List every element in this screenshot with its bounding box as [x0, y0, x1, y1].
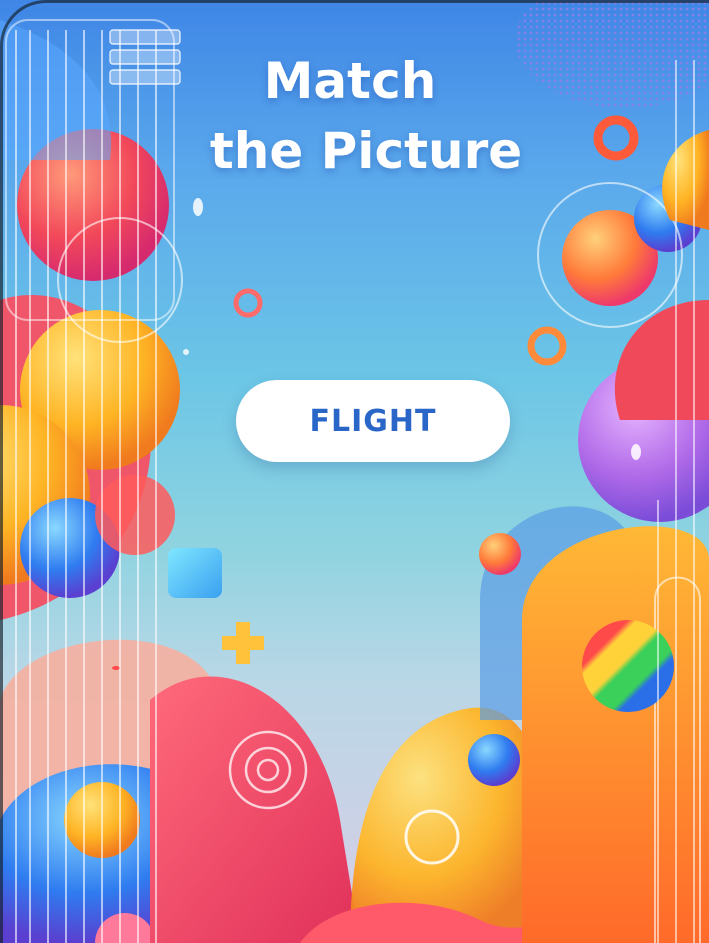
right-red-blob: [614, 300, 709, 420]
sparkle-1: [193, 198, 203, 216]
right-orange-arch: [522, 526, 709, 943]
center-red-hill: [150, 676, 360, 943]
sparkle-3: [112, 666, 120, 670]
blue-ball-bottom: [468, 734, 520, 786]
striped-ball: [582, 620, 674, 712]
page-title-line-2: the Picture: [209, 122, 523, 180]
left-red-ball-small: [95, 475, 175, 555]
small-red-ball: [479, 533, 521, 575]
word-card-label: FLIGHT: [309, 403, 437, 439]
cyan-square: [168, 548, 222, 598]
pink-ring-small: [233, 288, 263, 318]
sparkle-4: [183, 349, 189, 355]
page-title-line-1: Match: [263, 52, 437, 110]
word-card-button[interactable]: FLIGHT: [236, 380, 510, 462]
sparkle-2: [631, 444, 641, 460]
orange-ring-small: [527, 326, 567, 366]
yellow-plus: [222, 622, 264, 664]
